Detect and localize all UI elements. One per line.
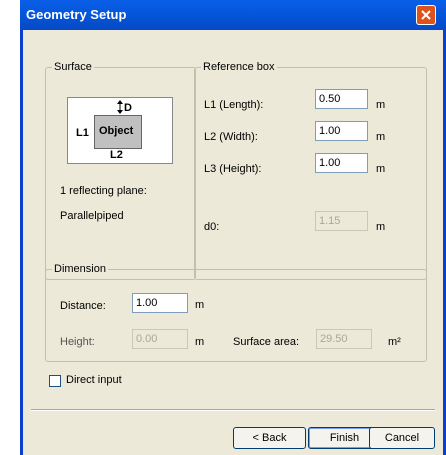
window-title: Geometry Setup [26, 7, 127, 22]
l2-width-label: L2 (Width): [204, 131, 258, 143]
close-button[interactable] [416, 5, 436, 25]
distance-unit: m [195, 299, 205, 311]
dialog-client: Surface D L1 Object L2 1 reflecting plan… [23, 30, 443, 455]
direct-input-label[interactable]: Direct input [66, 374, 122, 386]
l3-unit: m [376, 163, 386, 175]
height-input [132, 329, 188, 349]
l1-length-label: L1 (Length): [204, 99, 264, 111]
separator [31, 409, 435, 411]
cancel-button[interactable]: Cancel [369, 427, 435, 449]
distance-input[interactable] [132, 293, 188, 313]
diagram-d-label: D [124, 102, 132, 114]
diagram-l2-label: L2 [110, 149, 123, 161]
surface-group-label: Surface [52, 61, 94, 73]
diagram-object-label: Object [99, 125, 134, 137]
dialog-window: Geometry Setup Surface D L1 Object L2 1 … [20, 0, 446, 455]
l2-unit: m [376, 131, 386, 143]
surface-group: Surface D L1 Object L2 1 reflecting plan… [45, 61, 196, 280]
d0-unit: m [376, 221, 386, 233]
back-button[interactable]: < Back [233, 427, 306, 449]
surface-diagram: D L1 Object L2 [67, 97, 173, 164]
height-label: Height: [60, 336, 95, 348]
l2-width-input[interactable] [315, 121, 368, 141]
dimension-group-label: Dimension [52, 263, 108, 275]
diagram-object-box: Object [94, 115, 142, 149]
direct-input-checkbox[interactable] [49, 375, 61, 387]
diagram-l1-label: L1 [76, 127, 89, 139]
surface-area-input [316, 329, 372, 349]
l1-unit: m [376, 99, 386, 111]
reference-box-group-label: Reference box [201, 61, 277, 73]
close-x-icon [421, 10, 431, 20]
title-bar[interactable]: Geometry Setup [20, 0, 446, 30]
surface-area-label: Surface area: [233, 336, 300, 348]
d0-label: d0: [204, 221, 220, 233]
dimension-group: Dimension Distance: m Height: m Surface … [45, 263, 427, 362]
reference-box-group: Reference box L1 (Length): m L2 (Width):… [194, 61, 427, 280]
surface-area-unit: m² [388, 336, 401, 348]
shape-text: Parallelpiped [60, 210, 124, 222]
l3-height-label: L3 (Height): [204, 163, 262, 175]
height-unit: m [195, 336, 205, 348]
l1-length-input[interactable] [315, 89, 368, 109]
l3-height-input[interactable] [315, 153, 368, 173]
reflecting-plane-text: 1 reflecting plane: [60, 185, 147, 197]
distance-label: Distance: [60, 300, 106, 312]
d0-input [315, 211, 368, 231]
